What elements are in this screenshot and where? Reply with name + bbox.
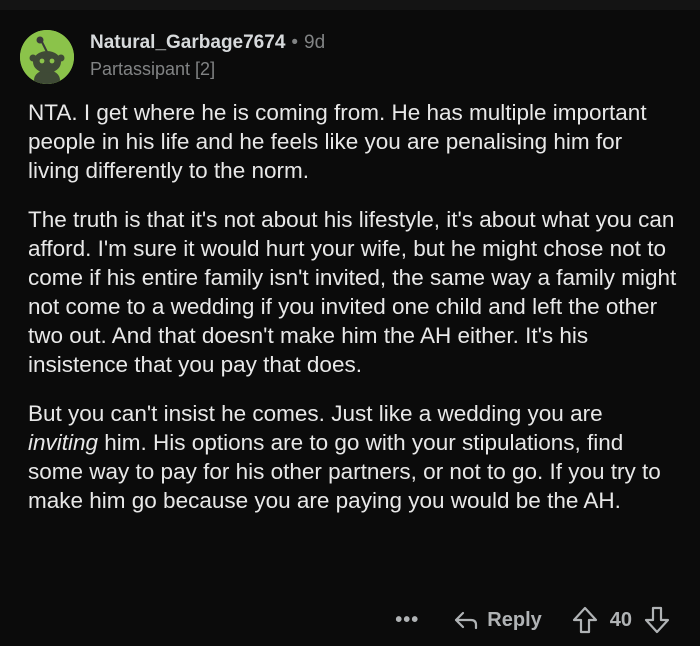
reply-label: Reply — [487, 608, 542, 631]
comment-paragraph: But you can't insist he comes. Just like… — [28, 399, 678, 515]
upvote-arrow-icon[interactable] — [572, 606, 598, 634]
comment-paragraph: NTA. I get where he is coming from. He h… — [28, 100, 647, 183]
vote-controls: 40 — [572, 606, 670, 634]
comment-card: Natural_Garbage7674 • 9d Partassipant [2] … — [0, 0, 700, 646]
paragraph-text: him. His options are to go with your sti… — [28, 430, 661, 513]
user-avatar[interactable] — [20, 30, 74, 84]
username-link[interactable]: Natural_Garbage7674 — [90, 32, 285, 53]
reply-arrow-icon — [455, 611, 478, 630]
comment-header: Natural_Garbage7674 • 9d — [90, 32, 325, 54]
paragraph-text: But you can't insist he comes. Just like… — [28, 401, 603, 426]
snoo-avatar-icon — [20, 30, 74, 84]
previous-comment-edge — [0, 0, 700, 10]
downvote-arrow-icon[interactable] — [644, 606, 670, 634]
reply-button[interactable]: Reply — [453, 608, 542, 632]
user-flair: Partassipant [2] — [90, 59, 216, 79]
comment-body: NTA. I get where he is coming from. He h… — [28, 98, 678, 535]
comment-age: 9d — [304, 32, 326, 53]
comment-actions: ••• Reply 40 — [395, 604, 670, 636]
comment-paragraph: The truth is that it's not about his lif… — [28, 207, 677, 377]
more-options-button[interactable]: ••• — [395, 609, 419, 632]
separator-dot: • — [291, 32, 299, 53]
vote-count: 40 — [609, 608, 632, 631]
emphasized-text: inviting — [28, 430, 99, 455]
